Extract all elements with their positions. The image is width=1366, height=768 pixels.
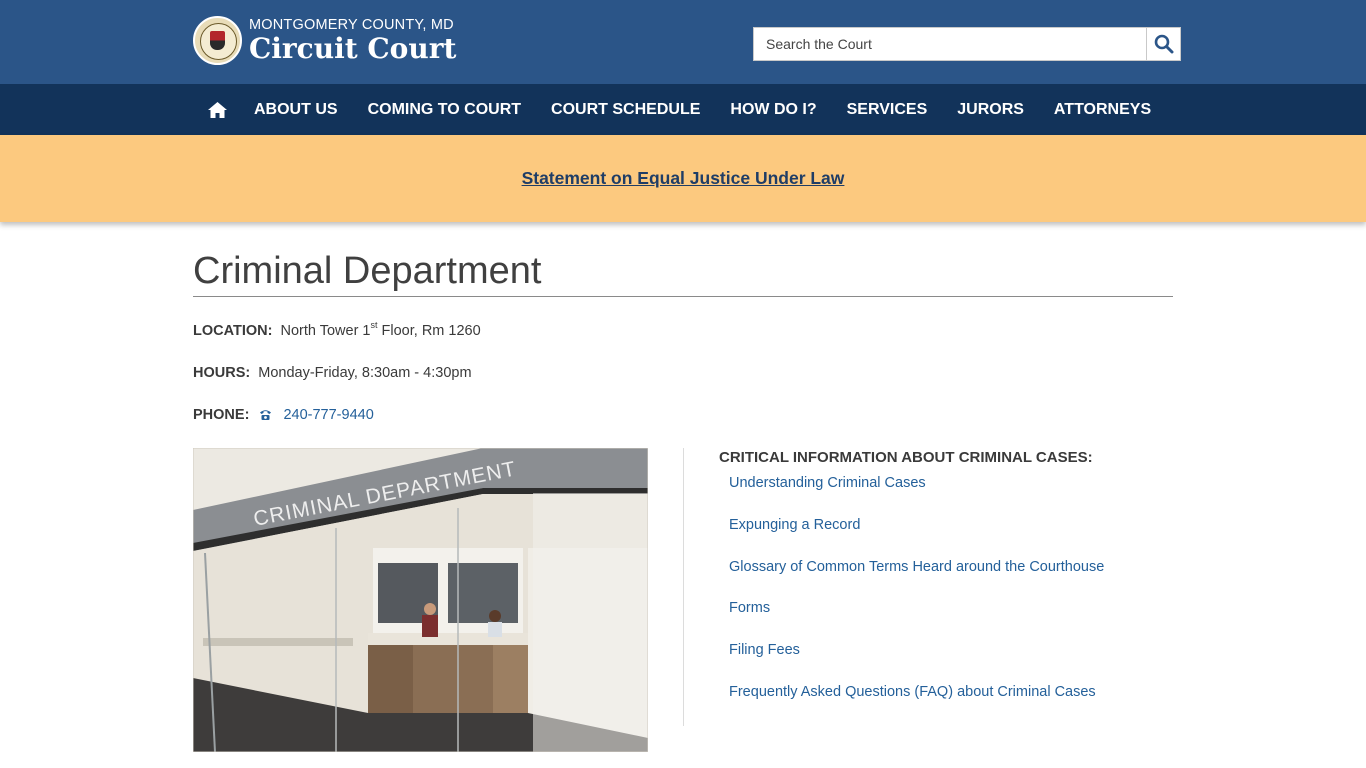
county-seal-logo: [193, 16, 242, 65]
location-value-suffix: Floor, Rm 1260: [377, 323, 481, 339]
main-nav: ABOUT US COMING TO COURT COURT SCHEDULE …: [0, 84, 1366, 135]
nav-court-schedule[interactable]: COURT SCHEDULE: [536, 84, 715, 135]
link-filing-fees[interactable]: Filing Fees: [729, 642, 800, 658]
search-icon: [1154, 34, 1173, 54]
search-button[interactable]: [1147, 27, 1181, 61]
search-input[interactable]: [753, 27, 1147, 61]
location-line: LOCATION: North Tower 1st Floor, Rm 1260: [193, 320, 481, 339]
phone-line: PHONE: 240-777-9440: [193, 407, 374, 423]
nav-jurors[interactable]: JURORS: [942, 84, 1039, 135]
brand-court-name: Circuit Court: [249, 32, 457, 65]
alert-banner: Statement on Equal Justice Under Law: [0, 135, 1366, 222]
site-header: MONTGOMERY COUNTY, MD Circuit Court: [0, 0, 1366, 84]
brand-text: MONTGOMERY COUNTY, MD Circuit Court: [249, 17, 456, 64]
nav-attorneys[interactable]: ATTORNEYS: [1039, 84, 1166, 135]
office-photo-illustration: CRIMINAL DEPARTMENT: [193, 448, 648, 752]
link-faq-criminal-cases[interactable]: Frequently Asked Questions (FAQ) about C…: [729, 684, 1096, 700]
link-forms[interactable]: Forms: [729, 600, 770, 616]
hours-value: Monday-Friday, 8:30am - 4:30pm: [258, 365, 472, 381]
main-content: Criminal Department LOCATION: North Towe…: [193, 222, 1173, 752]
nav-home-link[interactable]: [193, 84, 239, 135]
location-value-prefix: North Tower 1: [280, 323, 371, 339]
search-form: [753, 27, 1181, 61]
link-expunging-a-record[interactable]: Expunging a Record: [729, 517, 860, 533]
phone-label: PHONE:: [193, 407, 250, 423]
site-brand[interactable]: MONTGOMERY COUNTY, MD Circuit Court: [193, 16, 456, 65]
main-nav-list: ABOUT US COMING TO COURT COURT SCHEDULE …: [193, 84, 1166, 135]
list-item: Frequently Asked Questions (FAQ) about C…: [729, 683, 1159, 725]
list-item: Glossary of Common Terms Heard around th…: [729, 558, 1159, 600]
list-item: Forms: [729, 599, 1159, 641]
link-glossary-common-terms[interactable]: Glossary of Common Terms Heard around th…: [729, 559, 1104, 575]
hours-label: HOURS:: [193, 365, 251, 381]
critical-info-links: Understanding Criminal Cases Expunging a…: [719, 474, 1159, 725]
brand-county: MONTGOMERY COUNTY, MD: [249, 17, 454, 33]
title-divider: [193, 296, 1173, 297]
link-understanding-criminal-cases[interactable]: Understanding Criminal Cases: [729, 475, 926, 491]
location-value-sup: st: [370, 320, 378, 330]
equal-justice-statement-link[interactable]: Statement on Equal Justice Under Law: [522, 168, 845, 189]
nav-services[interactable]: SERVICES: [832, 84, 943, 135]
criminal-department-photo: CRIMINAL DEPARTMENT: [193, 448, 648, 752]
column-divider: [683, 448, 684, 726]
critical-info-section: CRITICAL INFORMATION ABOUT CRIMINAL CASE…: [719, 448, 1159, 725]
nav-how-do-i[interactable]: HOW DO I?: [715, 84, 831, 135]
location-value: North Tower 1st Floor, Rm 1260: [280, 320, 481, 339]
hours-line: HOURS: Monday-Friday, 8:30am - 4:30pm: [193, 365, 472, 381]
phone-link[interactable]: 240-777-9440: [283, 407, 373, 423]
home-icon: [208, 101, 227, 118]
phone-icon: [260, 410, 272, 420]
list-item: Filing Fees: [729, 641, 1159, 683]
page-title: Criminal Department: [193, 250, 542, 292]
nav-coming-to-court[interactable]: COMING TO COURT: [353, 84, 536, 135]
nav-about-us[interactable]: ABOUT US: [239, 84, 353, 135]
location-label: LOCATION:: [193, 323, 273, 339]
critical-info-heading: CRITICAL INFORMATION ABOUT CRIMINAL CASE…: [719, 449, 1093, 466]
list-item: Understanding Criminal Cases: [729, 474, 1159, 516]
list-item: Expunging a Record: [729, 516, 1159, 558]
